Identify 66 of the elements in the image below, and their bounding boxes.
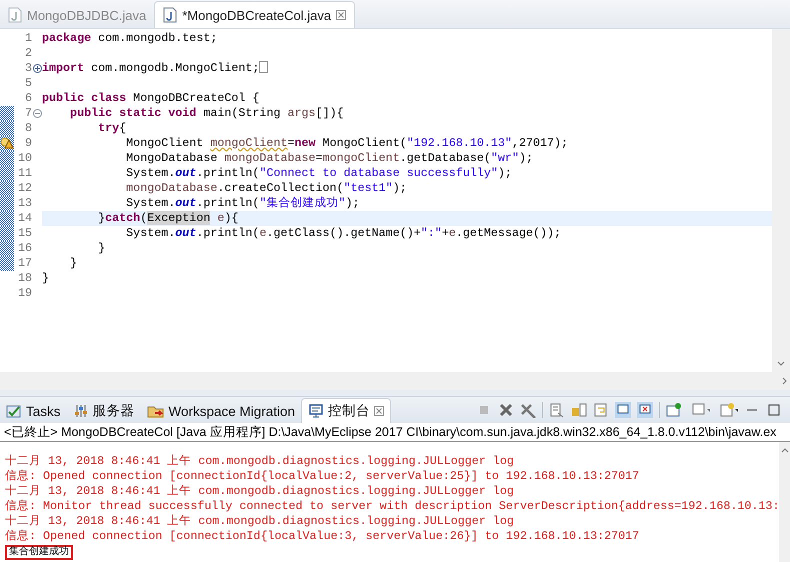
line-number: 8: [24, 121, 32, 136]
code-line: }: [97, 241, 106, 256]
java-file-icon: [8, 7, 22, 23]
scroll-lock-icon[interactable]: [571, 402, 587, 418]
view-tab[interactable]: 控制台: [301, 398, 392, 423]
line-number: 5: [24, 76, 32, 91]
view-tab[interactable]: Workspace Migration: [140, 399, 302, 423]
horizontal-scrollbar[interactable]: [0, 372, 790, 390]
expand-icon[interactable]: [32, 64, 42, 73]
line-number: 3: [24, 61, 32, 76]
line-number: 18: [16, 271, 32, 286]
code-line: System.out.println(e.getClass().getName()+":"+e.getMessage());: [125, 226, 562, 241]
code-line: MongoClient mongoClient=new MongoClient("192.168.10.13",27017);: [125, 136, 570, 151]
checklist-icon: [6, 403, 22, 419]
console-line: 十二月 13, 2018 8:46:41 上午 com.mongodb.diagnostics.logging.JULLogger log: [5, 484, 514, 498]
line-number: 16: [16, 241, 32, 256]
code-line: mongoDatabase.createCollection("test1");: [125, 181, 408, 196]
line-number: 1: [24, 31, 32, 46]
console-line: 信息: Opened connection [connectionId{localValue:3, serverValue:26}] to 192.168.10.13:27017: [5, 529, 640, 543]
code-line: package com.mongodb.test;: [42, 31, 218, 46]
line-number: 12: [16, 181, 32, 196]
maximize-icon[interactable]: [766, 402, 782, 418]
remove-icon[interactable]: [498, 402, 514, 418]
code-line: System.out.println("集合创建成功");: [125, 196, 360, 211]
code-line: }: [42, 271, 50, 286]
line-number: 11: [16, 166, 32, 181]
code-line: }: [69, 256, 78, 271]
code-line: import com.mongodb.MongoClient;: [42, 61, 772, 76]
show-on-error-icon[interactable]: [637, 402, 653, 418]
show-on-output-icon[interactable]: [615, 402, 631, 418]
code-line: try{: [97, 121, 128, 136]
line-number: 6: [24, 91, 32, 106]
code-line: public class MongoDBCreateCol {: [42, 91, 260, 106]
console-line: 信息: Monitor thread successfully connected to server with description ServerDescription{address=192.168.10.13:: [5, 499, 780, 513]
process-label: <已終止> MongoDBCreateCol [Java 应用程序] D:\Java\MyEclipse 2017 CI\binary\com.sun.java.jdk8.win32.x86_64_1.8.0.v112\bin\javaw.ex: [0, 423, 790, 442]
vertical-scrollbar[interactable]: [779, 442, 790, 562]
vertical-scrollbar[interactable]: [772, 29, 790, 372]
line-number: 17: [16, 256, 32, 271]
code-line: MongoDatabase mongoDatabase=mongoClient.getDatabase("wr");: [125, 151, 534, 166]
line-number: 15: [16, 226, 32, 241]
console-line: 信息: Opened connection [connectionId{localValue:2, serverValue:25}] to 192.168.10.13:27017: [5, 469, 640, 483]
remove-all-icon[interactable]: [520, 402, 536, 418]
view-tab[interactable]: 服务器: [66, 399, 141, 423]
line-number: 2: [24, 46, 32, 61]
line-number: 10: [16, 151, 32, 166]
sliders-icon: [72, 403, 89, 419]
close-icon[interactable]: [336, 10, 346, 20]
monitor-icon: [308, 403, 324, 419]
line-number: 9: [24, 136, 32, 151]
editor-tab[interactable]: *MongoDBCreateCol.java: [154, 1, 356, 28]
pin-icon[interactable]: [666, 402, 682, 418]
line-number: 13: [16, 196, 32, 211]
clear-console-icon[interactable]: [549, 402, 565, 418]
console-line: 十二月 13, 2018 8:46:41 上午 com.mongodb.diagnostics.logging.JULLogger log: [5, 454, 514, 468]
view-tab[interactable]: Tasks: [0, 399, 67, 423]
close-icon[interactable]: [374, 406, 384, 416]
line-number: 14: [16, 211, 32, 226]
line-number: 19: [16, 286, 32, 301]
code-line: public static void main(String args[]){: [69, 106, 345, 121]
console-line: 十二月 13, 2018 8:46:41 上午 com.mongodb.diagnostics.logging.JULLogger log: [5, 514, 514, 528]
collapse-icon[interactable]: [32, 109, 42, 118]
java-file-icon: [163, 7, 178, 23]
code-line: System.out.println("Connect to database successfully");: [125, 166, 513, 181]
folded-code-icon[interactable]: [259, 61, 268, 73]
line-number: 7: [24, 106, 32, 121]
word-wrap-icon[interactable]: [593, 402, 609, 418]
